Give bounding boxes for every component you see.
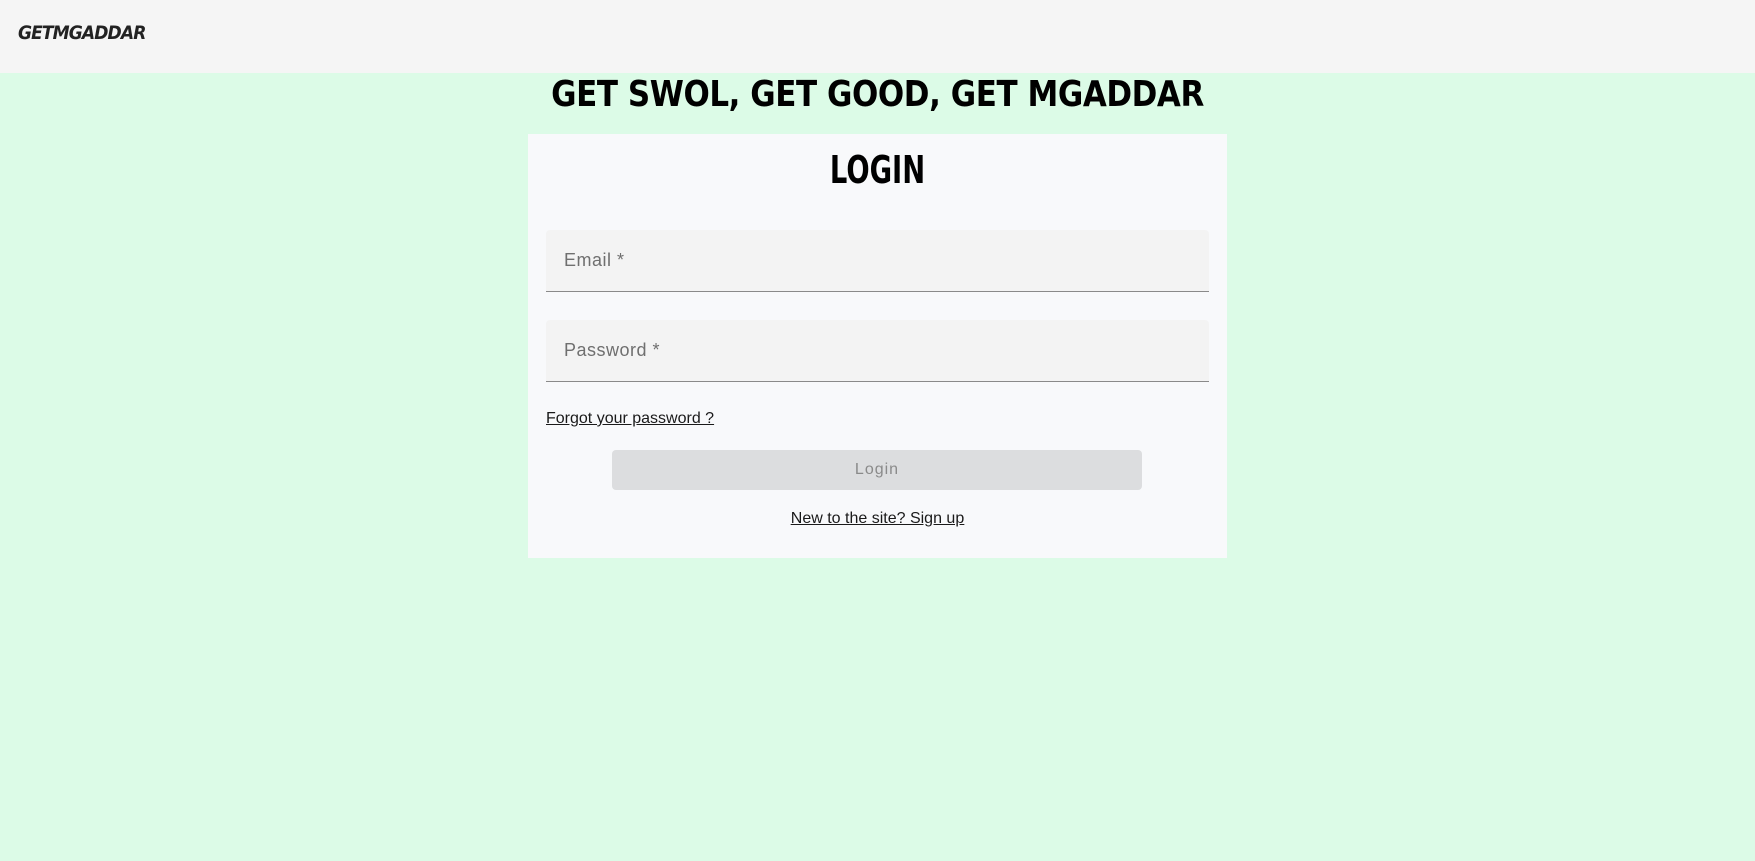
top-bar: GETMGADDAR [0,0,1755,73]
email-input[interactable] [546,230,1209,291]
email-field[interactable] [546,230,1209,292]
signup-link[interactable]: New to the site? Sign up [791,510,964,527]
login-title: LOGIN [829,148,926,192]
signup-link-container: New to the site? Sign up [0,510,1755,528]
brand-logo[interactable]: GETMGADDAR [18,22,146,44]
page-headline: GET SWOL, GET GOOD, GET MGADDAR [551,74,1204,115]
password-input[interactable] [546,320,1209,381]
password-field[interactable] [546,320,1209,382]
forgot-password-link[interactable]: Forgot your password ? [546,410,714,428]
login-button[interactable]: Login [612,450,1142,490]
